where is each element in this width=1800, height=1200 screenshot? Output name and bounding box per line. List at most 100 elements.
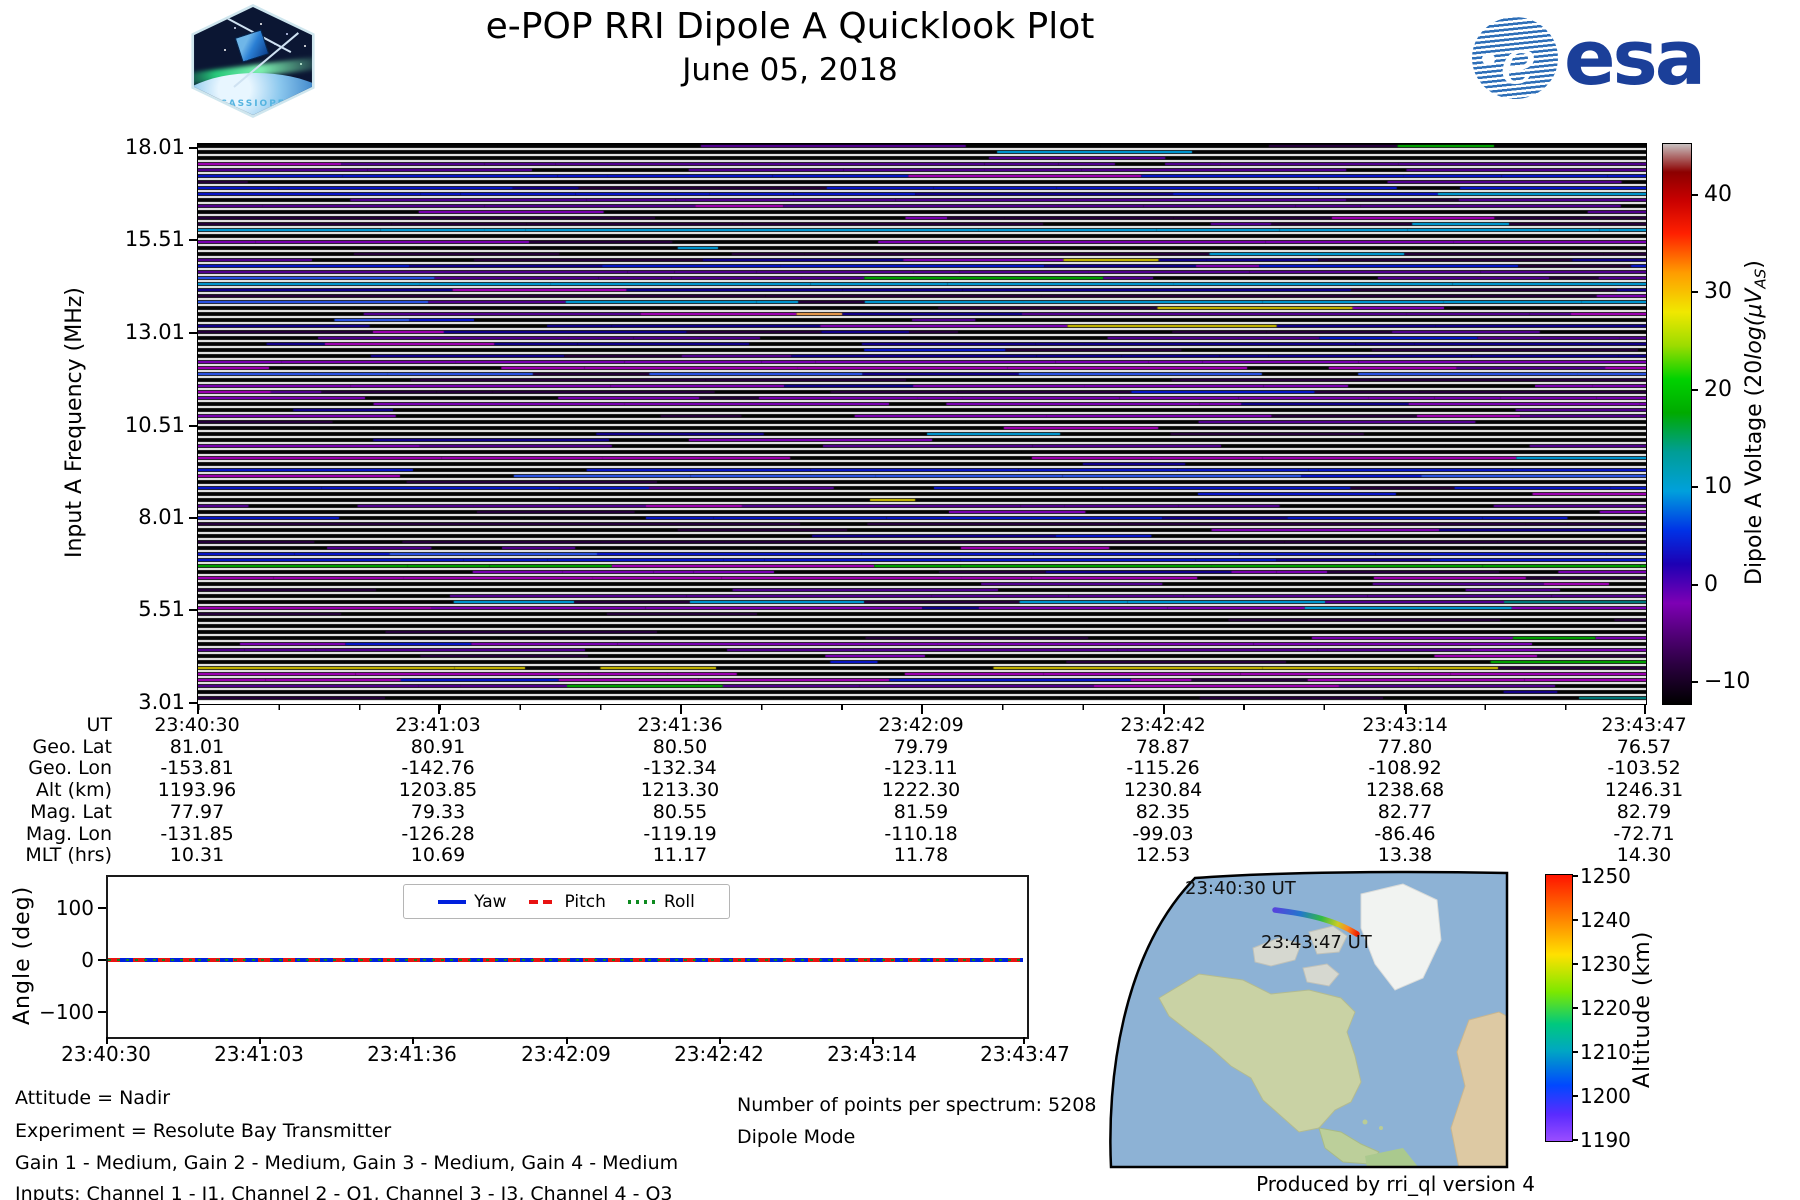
mlt-value: 10.69 bbox=[410, 844, 466, 866]
tick-mark bbox=[1691, 389, 1698, 391]
gains-note: Gain 1 - Medium, Gain 2 - Medium, Gain 3… bbox=[15, 1152, 679, 1174]
freq-tick: 18.01 bbox=[124, 135, 185, 159]
alt-value: 1238.68 bbox=[1365, 779, 1445, 801]
geo-lon-value: -123.11 bbox=[884, 757, 958, 779]
island bbox=[1362, 1119, 1368, 1125]
legend-item-roll: Roll bbox=[627, 891, 695, 912]
angle-xtick: 23:41:36 bbox=[367, 1042, 457, 1066]
mlt-value: 10.31 bbox=[169, 844, 225, 866]
cassiope-label: CASSIOPE bbox=[220, 99, 286, 109]
esa-logo-icon: e esa bbox=[1472, 16, 1712, 100]
tick-mark bbox=[1572, 875, 1578, 877]
mlt-value: 14.30 bbox=[1616, 844, 1672, 866]
spectrogram-plot bbox=[197, 143, 1647, 705]
ut-value: 23:40:30 bbox=[154, 714, 240, 736]
tick-mark bbox=[189, 517, 197, 519]
ut-value: 23:42:09 bbox=[878, 714, 964, 736]
mlt-value: 11.78 bbox=[893, 844, 949, 866]
tick-mark bbox=[189, 702, 197, 704]
inputs-note: Inputs: Channel 1 - I1, Channel 2 - Q1, … bbox=[15, 1183, 673, 1200]
ut-value: 23:41:36 bbox=[637, 714, 723, 736]
tick-mark bbox=[189, 147, 197, 149]
tick-mark bbox=[189, 332, 197, 334]
mag-lat-value: 79.33 bbox=[410, 801, 466, 823]
angle-xtick: 23:42:09 bbox=[521, 1042, 611, 1066]
roll-line bbox=[108, 959, 1023, 961]
angle-legend: Yaw Pitch Roll bbox=[403, 884, 730, 919]
credit-line: Produced by rri_ql version 4 bbox=[1256, 1172, 1535, 1196]
mag-lon-value: -72.71 bbox=[1613, 823, 1675, 845]
legend-label: Yaw bbox=[474, 891, 507, 912]
legend-label: Pitch bbox=[564, 891, 606, 912]
map-art bbox=[1110, 872, 1507, 1168]
mlt-value: 12.53 bbox=[1135, 844, 1191, 866]
freq-tick: 8.01 bbox=[138, 505, 185, 529]
tick-mark bbox=[98, 907, 106, 909]
tick-mark bbox=[98, 959, 106, 961]
alt-value: 1203.85 bbox=[398, 779, 478, 801]
angle-xtick: 23:43:14 bbox=[827, 1042, 917, 1066]
tick-mark bbox=[921, 705, 923, 714]
geo-lon-value: -103.52 bbox=[1607, 757, 1681, 779]
page-date: June 05, 2018 bbox=[682, 52, 898, 88]
mag-lon-value: -131.85 bbox=[160, 823, 234, 845]
tick-mark bbox=[189, 609, 197, 611]
ut-value: 23:42:42 bbox=[1120, 714, 1206, 736]
ut-value: 23:43:47 bbox=[1601, 714, 1687, 736]
geo-lon-value: -132.34 bbox=[643, 757, 717, 779]
legend-label: Roll bbox=[663, 891, 695, 912]
geo-lon-value: -108.92 bbox=[1368, 757, 1442, 779]
mag-lat-value: 82.79 bbox=[1616, 801, 1672, 823]
voltage-colorbar bbox=[1662, 143, 1692, 705]
legend-item-pitch: Pitch bbox=[528, 891, 606, 912]
voltage-colorbar-label: Dipole A Voltage (20log(μVAS) bbox=[1742, 260, 1770, 586]
mag-lat-value: 80.55 bbox=[652, 801, 708, 823]
tick-mark bbox=[1691, 291, 1698, 293]
tick-mark bbox=[680, 705, 682, 714]
stars-icon bbox=[216, 19, 218, 21]
mag-lon-value: -86.46 bbox=[1374, 823, 1436, 845]
tick-mark bbox=[1691, 681, 1698, 683]
experiment-note: Experiment = Resolute Bay Transmitter bbox=[15, 1120, 392, 1142]
alt-value: 1213.30 bbox=[640, 779, 720, 801]
alt-value: 1193.96 bbox=[157, 779, 237, 801]
geo-lon-value: -115.26 bbox=[1126, 757, 1200, 779]
tick-mark bbox=[1644, 705, 1646, 714]
tick-mark bbox=[1691, 194, 1698, 196]
esa-globe-icon: e bbox=[1472, 17, 1558, 99]
alt-value: 1230.84 bbox=[1123, 779, 1203, 801]
attitude-note: Attitude = Nadir bbox=[15, 1087, 171, 1109]
geo-lat-value: 80.91 bbox=[410, 736, 466, 758]
tick-mark bbox=[189, 425, 197, 427]
geo-lat-value: 81.01 bbox=[169, 736, 225, 758]
geo-lon-value: -153.81 bbox=[160, 757, 234, 779]
mag-lat-value: 81.59 bbox=[893, 801, 949, 823]
tick-mark bbox=[1405, 705, 1407, 714]
freq-tick: 3.01 bbox=[138, 690, 185, 714]
angle-xtick: 23:42:42 bbox=[674, 1042, 764, 1066]
mag-lat-value: 77.97 bbox=[169, 801, 225, 823]
tick-mark bbox=[197, 705, 199, 714]
mag-lat-value: 82.77 bbox=[1377, 801, 1433, 823]
island bbox=[1379, 1126, 1383, 1130]
altitude-colorbar-label: Altitude (km) bbox=[1630, 930, 1655, 1088]
mag-lon-value: -110.18 bbox=[884, 823, 958, 845]
tick-mark bbox=[438, 705, 440, 714]
map-svg bbox=[1109, 870, 1509, 1169]
mlt-value: 13.38 bbox=[1377, 844, 1433, 866]
roll-swatch-icon bbox=[627, 899, 656, 904]
altitude-colorbar bbox=[1545, 874, 1573, 1142]
geo-lon-value: -142.76 bbox=[401, 757, 475, 779]
page-title: e-POP RRI Dipole A Quicklook Plot bbox=[485, 6, 1095, 47]
freq-tick: 5.51 bbox=[138, 597, 185, 621]
tick-mark bbox=[1572, 1007, 1578, 1009]
tick-mark bbox=[1691, 486, 1698, 488]
angle-tick: 0 bbox=[81, 948, 94, 972]
alt-value: 1246.31 bbox=[1604, 779, 1684, 801]
geo-lat-value: 79.79 bbox=[893, 736, 949, 758]
yaw-swatch-icon bbox=[438, 899, 467, 904]
spectrogram-ylabel: Input A Frequency (MHz) bbox=[62, 287, 87, 559]
track-end-label: 23:43:47 UT bbox=[1261, 932, 1372, 953]
figure-root: CASSIOPE e-POP RRI Dipole A Quicklook Pl… bbox=[0, 0, 1800, 1200]
geo-lat-value: 76.57 bbox=[1616, 736, 1672, 758]
